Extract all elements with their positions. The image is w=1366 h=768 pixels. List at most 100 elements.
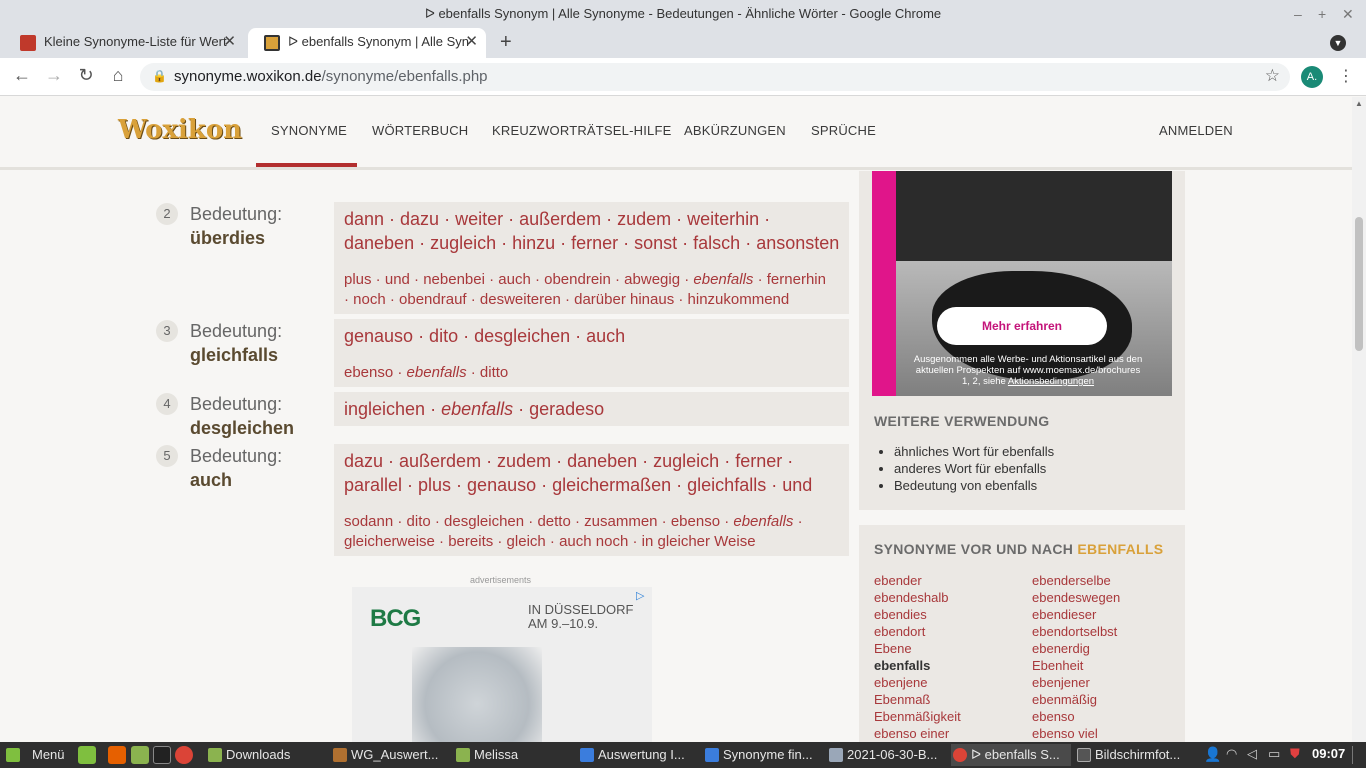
back-arrow-icon[interactable]: ←	[10, 65, 34, 86]
synonym-text: · fernerhin	[753, 271, 826, 288]
neighbor-word[interactable]: ebendies	[874, 606, 961, 623]
show-desktop-icon[interactable]	[78, 746, 96, 764]
minimize-icon[interactable]: –	[1294, 0, 1302, 28]
scroll-up-icon[interactable]: ▲	[1355, 99, 1363, 108]
advertisements-label: advertisements	[470, 575, 532, 585]
page-scrollbar[interactable]: ▲	[1352, 97, 1366, 742]
tab-synonyme-liste[interactable]: Kleine Synonyme-Liste für Wert ✕	[4, 28, 244, 58]
battery-icon[interactable]: ▭	[1268, 746, 1280, 762]
neighbor-word[interactable]: ebendeshalb	[874, 589, 961, 606]
taskbar-item-melissa[interactable]: Melissa	[454, 744, 574, 766]
new-tab-icon[interactable]: +	[500, 31, 512, 54]
nav-kreuzwortraetsel[interactable]: KREUZWORTRÄTSEL-HILFE	[492, 123, 671, 138]
forward-arrow-icon[interactable]: →	[42, 65, 66, 86]
ad-fineprint-line: 1, 2, siehe Aktionsbedingungen	[898, 376, 1158, 387]
bcg-advertisement[interactable]: BCG IN DÜSSELDORF AM 9.–10.9. ▷	[352, 587, 652, 742]
ad-conditions-link[interactable]: Aktionsbedingungen	[1008, 376, 1094, 387]
maximize-icon[interactable]: +	[1318, 0, 1326, 28]
taskbar-item-bildschirmfoto[interactable]: Bildschirmfot...	[1075, 744, 1195, 766]
synonym-text: ingleichen ·	[344, 399, 442, 419]
neighbor-word[interactable]: ebendortselbst	[1032, 623, 1120, 640]
user-icon[interactable]: 👤	[1204, 746, 1221, 763]
neighbor-word[interactable]: ebenjene	[874, 674, 961, 691]
synonym-sub-line[interactable]: ebenso · ebenfalls · ditto	[344, 363, 508, 383]
close-window-icon[interactable]: ✕	[1342, 0, 1354, 28]
woxikon-logo[interactable]: Woxikon	[118, 115, 242, 145]
address-bar[interactable]: 🔒 synonyme.woxikon.de/synonyme/ebenfalls…	[140, 63, 1290, 91]
meaning-word[interactable]: auch	[190, 470, 232, 491]
synonym-current-word: ebenfalls	[406, 364, 467, 381]
taskbar-item-downloads[interactable]: Downloads	[206, 744, 326, 766]
usage-item[interactable]: anderes Wort für ebenfalls	[894, 460, 1054, 477]
neighbor-word[interactable]: ebenso	[1032, 708, 1120, 725]
profile-avatar[interactable]: A.	[1301, 66, 1323, 88]
usage-item[interactable]: Bedeutung von ebenfalls	[894, 477, 1054, 494]
files-icon[interactable]	[131, 746, 149, 764]
neighbor-word[interactable]: Ebenmaß	[874, 691, 961, 708]
neighbor-word[interactable]: ebenjener	[1032, 674, 1120, 691]
reload-icon[interactable]: ↻	[74, 65, 98, 86]
neighbor-word[interactable]: ebender	[874, 572, 961, 589]
scrollbar-thumb[interactable]	[1355, 217, 1363, 351]
neighbor-word[interactable]: ebenso viel	[1032, 725, 1120, 742]
neighbor-word[interactable]: ebenso einer	[874, 725, 961, 742]
synonym-sub-line[interactable]: gleicherweise · bereits · gleich · auch …	[344, 532, 756, 552]
neighbor-word[interactable]: ebenderselbe	[1032, 572, 1120, 589]
synonym-sub-line[interactable]: plus · und · nebenbei · auch · obendrein…	[344, 270, 826, 290]
tab-search-icon[interactable]: ▼	[1330, 35, 1346, 51]
synonym-main-line[interactable]: genauso · dito · desgleichen · auch	[344, 324, 625, 348]
close-tab-icon[interactable]: ✕	[465, 28, 478, 56]
url-text[interactable]: synonyme.woxikon.de/synonyme/ebenfalls.p…	[174, 68, 488, 85]
terminal-icon[interactable]	[153, 746, 171, 764]
menu-kebab-icon[interactable]: ⋮	[1338, 66, 1354, 86]
bookmark-star-icon[interactable]: ☆	[1265, 66, 1280, 86]
synonym-main-line[interactable]: dazu · außerdem · zudem · daneben · zugl…	[344, 449, 793, 473]
synonym-sub-line[interactable]: sodann · dito · desgleichen · detto · zu…	[344, 512, 803, 532]
ad-fineprint-text: 1, 2, siehe	[961, 376, 1008, 387]
neighbor-word[interactable]: ebendort	[874, 623, 961, 640]
neighbor-word[interactable]: ebendieser	[1032, 606, 1120, 623]
close-tab-icon[interactable]: ✕	[223, 28, 236, 56]
lock-icon[interactable]: 🔒	[152, 69, 167, 83]
neighbor-word[interactable]: Ebenheit	[1032, 657, 1120, 674]
synonym-text: ·	[793, 513, 803, 530]
neighbor-word[interactable]: ebendeswegen	[1032, 589, 1120, 606]
taskbar-item-screenshot-file[interactable]: 2021-06-30-B...	[827, 744, 947, 766]
nav-abkuerzungen[interactable]: ABKÜRZUNGEN	[684, 123, 786, 138]
nav-woerterbuch[interactable]: WÖRTERBUCH	[372, 123, 468, 138]
nav-synonyme[interactable]: SYNONYME	[271, 123, 347, 138]
synonym-main-line[interactable]: dann · dazu · weiter · außerdem · zudem …	[344, 207, 770, 231]
meaning-word[interactable]: gleichfalls	[190, 345, 278, 366]
synonym-main-line[interactable]: parallel · plus · genauso · gleichermaße…	[344, 473, 812, 497]
ad-more-button[interactable]: Mehr erfahren	[937, 307, 1107, 345]
volume-icon[interactable]: ◁	[1247, 746, 1257, 762]
moemax-advertisement[interactable]: Mehr erfahren Ausgenommen alle Werbe- un…	[872, 171, 1172, 396]
login-link[interactable]: ANMELDEN	[1159, 123, 1233, 138]
synonym-sub-line[interactable]: · noch · obendrauf · desweiteren · darüb…	[344, 290, 789, 310]
chrome-icon[interactable]	[175, 746, 193, 764]
neighbor-word[interactable]: ebenmäßig	[1032, 691, 1120, 708]
synonym-main-line[interactable]: daneben · zugleich · hinzu · ferner · so…	[344, 231, 839, 255]
usage-item[interactable]: ähnliches Wort für ebenfalls	[894, 443, 1054, 460]
neighbor-word[interactable]: ebenerdig	[1032, 640, 1120, 657]
nav-sprueche[interactable]: SPRÜCHE	[811, 123, 876, 138]
clock[interactable]: 09:07	[1312, 746, 1345, 761]
show-desktop-edge[interactable]	[1352, 746, 1362, 764]
meaning-word[interactable]: desgleichen	[190, 418, 294, 439]
home-icon[interactable]: ⌂	[106, 65, 130, 86]
start-menu-button[interactable]: Menü	[4, 744, 72, 766]
taskbar-item-chrome-ebenfalls[interactable]: ᐅ ebenfalls S...	[951, 744, 1071, 766]
shield-icon[interactable]: ⛊	[1290, 746, 1300, 762]
taskbar-item-synonyme-finden[interactable]: Synonyme fin...	[703, 744, 823, 766]
wifi-icon[interactable]: ◠	[1226, 746, 1237, 762]
neighbor-word[interactable]: Ebene	[874, 640, 961, 657]
taskbar-item-auswertung[interactable]: Auswertung I...	[578, 744, 698, 766]
meaning-word[interactable]: überdies	[190, 228, 265, 249]
url-domain: synonyme.woxikon.de	[174, 68, 322, 85]
taskbar-item-wg-auswertung[interactable]: WG_Auswert...	[331, 744, 451, 766]
neighbor-word[interactable]: Ebenmäßigkeit	[874, 708, 961, 725]
tab-ebenfalls[interactable]: ᐅ ebenfalls Synonym | Alle Syn ✕	[248, 28, 486, 58]
firefox-icon[interactable]	[108, 746, 126, 764]
adchoices-icon[interactable]: ▷	[636, 589, 650, 603]
synonym-main-line[interactable]: ingleichen · ebenfalls · geradeso	[344, 397, 604, 421]
